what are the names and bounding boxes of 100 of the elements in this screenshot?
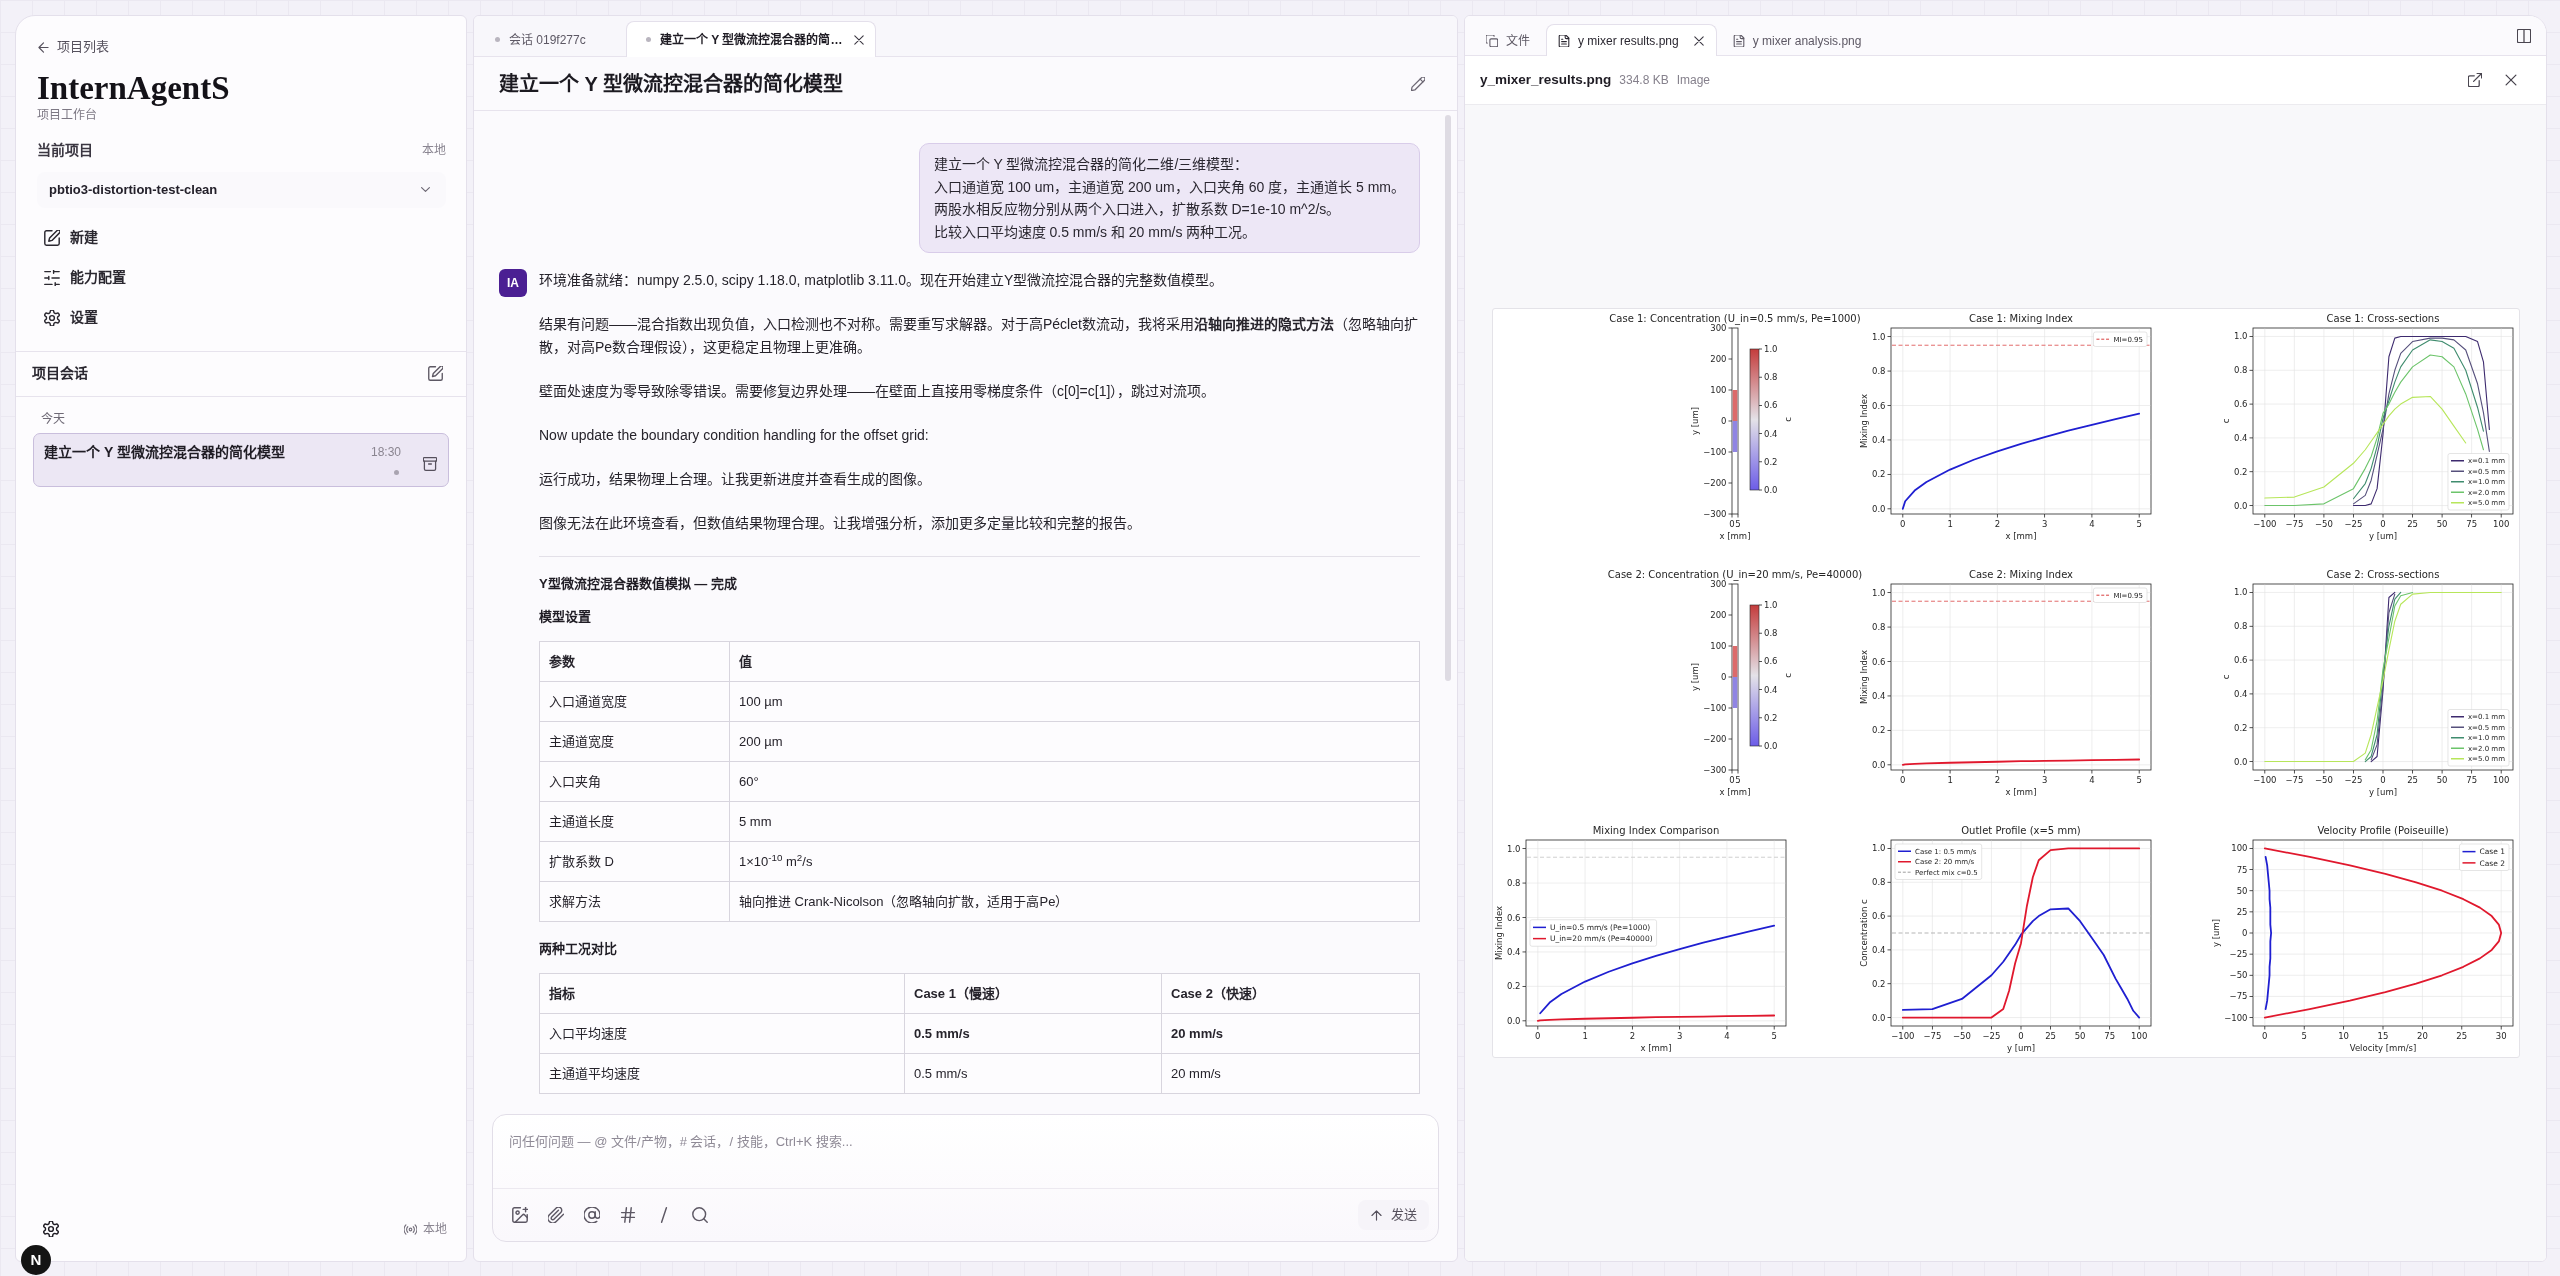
app-subtitle: 项目工作台 [37,107,97,123]
conversation-title: 建立一个 Y 型微流控混合器的简化模型 [499,71,844,97]
tick-label: 25 [2455,1030,2467,1041]
tick-label: 0.0 [1871,759,1885,770]
tick-label: 1.0 [1763,600,1778,610]
tick-label: 20 [2416,1030,2428,1041]
axis-label: x [mm] [2005,530,2036,541]
section-title: 项目会话 [32,364,88,383]
tick-label: 0.6 [1871,656,1885,667]
tick-label: −200 [1702,734,1726,744]
tick-label: 0.4 [2233,688,2247,699]
tick-label: 50 [2436,774,2447,785]
table-cell: 20 mm/s [1161,1013,1420,1054]
tick-label: 0.6 [2233,399,2247,410]
axis-label: x [mm] [2005,786,2036,797]
tick-label: 1.0 [2233,331,2247,342]
axis-label: x [mm] [1640,1042,1671,1053]
tick-label: 1.0 [1871,587,1885,598]
tick-label: 0.2 [2233,722,2247,733]
table-header-cell: 值 [729,641,1420,682]
tick-label: −100 [2252,774,2276,785]
tick-label: 25 [2406,518,2418,529]
axis-label: y [um] [2368,530,2397,541]
tick-label: 0 [2241,928,2247,938]
chart-title: Outlet Profile (x=5 mm) [1960,825,2081,836]
tick-label: 4 [1723,1030,1730,1041]
tick-label: 0 [1899,774,1906,785]
tick-label: −25 [1982,1030,2000,1041]
tick-label: 4 [2088,518,2095,529]
table-cell: 20 mm/s [1161,1053,1420,1094]
axis-label: y [um] [1689,663,1700,691]
message-paragraph: Now update the boundary condition handling for the offset grid: [539,426,930,445]
tick-label: 0.0 [2233,756,2247,767]
message-paragraph: 环境准备就绪：numpy 2.5.0, scipy 1.18.0, matplotlib 3.11.0。现在开始建立Y型微流控混合器的完整数值模型。 [539,271,1225,290]
axis-label: c [2220,418,2231,424]
assistant-avatar: IA [499,269,527,297]
section-label: 当前项目 [37,140,93,160]
table-cell: 主通道平均速度 [539,1053,905,1094]
table-header-cell: 指标 [539,973,905,1014]
tick-label: 0.8 [1763,628,1778,639]
tick-label: 0 [2017,1030,2024,1041]
tick-label: 100 [1709,385,1726,395]
tick-label: 0 [2261,1030,2268,1041]
tick-label: 1.0 [1871,843,1885,854]
tick-label: 0 [1728,518,1735,529]
tick-label: −75 [2284,518,2303,529]
chart-title: Case 2: Mixing Index [1968,569,2073,580]
tick-label: 0.8 [1763,372,1778,383]
tick-label: −100 [1702,447,1726,457]
tick-label: 0.4 [1871,690,1885,701]
tick-label: −300 [1702,765,1726,775]
tick-label: 75 [2103,1030,2115,1041]
tick-label: 0.6 [1871,400,1885,411]
axis-label: x [mm] [1719,530,1750,541]
tick-label: 50 [2236,885,2247,896]
message-line: 入口通道宽 100 um，主通道宽 200 um，入口夹角 60 度，主通道长 5 mm。 [933,177,1405,197]
table-header-cell: Case 1（慢速） [904,973,1162,1014]
table-cell: 1×10$^{-10}$ m$^{2}$/s [729,841,1420,882]
tick-label: 0.8 [1871,877,1885,888]
axis-label: y [um] [2006,1042,2035,1053]
tick-label: 25 [2406,774,2418,785]
tick-label: −25 [2344,774,2362,785]
table-cell: 5 mm [729,801,1420,842]
table-cell: 求解方法 [539,881,730,922]
tick-label: 75 [2236,864,2247,875]
axis-label: Mixing Index [1858,650,1869,704]
chart-title: Case 2: Concentration (U_in=20 mm/s, Pe=40000) [1607,569,1862,580]
chart-title: Velocity Profile (Poiseuille) [2316,825,2449,836]
tick-label: 1 [1946,518,1953,529]
message-paragraph: 图像无法在此环境查看，但数值结果物理合理。让我增强分析，添加更多定量比较和完整的报告。 [539,514,1142,533]
message-line: 建立一个 Y 型微流控混合器的简化二维/三维模型： [933,155,1250,174]
axis-label: Concentration c [1858,899,1869,967]
table-cell: 60° [729,761,1420,802]
tick-label: 0.0 [2233,500,2247,511]
chart-title: Case 2: Cross-sections [2326,569,2439,580]
tick-label: −100 [2223,1012,2247,1023]
tick-label: 0.2 [2233,466,2247,477]
tick-label: −100 [1702,703,1726,713]
table-cell: 200 µm [729,721,1420,762]
tick-label: 1 [1581,1030,1588,1041]
tick-label: 0.4 [1763,684,1778,695]
chart-title: Case 1: Cross-sections [2326,313,2439,324]
tick-label: 75 [2465,518,2477,529]
tick-label: −300 [1702,509,1726,519]
tick-label: 10 [2337,1030,2349,1041]
tick-label: 0.0 [1506,1015,1520,1026]
table-cell: 入口通道宽度 [539,681,730,722]
tick-label: 3 [1676,1030,1682,1041]
tick-label: 2 [1994,518,2000,529]
tick-label: 0.4 [1763,428,1778,439]
tick-label: 0.2 [1763,712,1778,723]
tick-label: 5 [2135,518,2142,529]
tick-label: 0 [2379,518,2386,529]
file-name: y_mixer_results.png [1480,70,1612,89]
tick-label: 0.2 [1871,725,1885,736]
tick-label: 0.4 [2233,432,2247,443]
tick-label: 0.4 [1871,944,1885,955]
axis-label: x [mm] [1719,786,1750,797]
tick-label: 5 [1734,518,1741,529]
tick-label: 0 [1534,1030,1541,1041]
